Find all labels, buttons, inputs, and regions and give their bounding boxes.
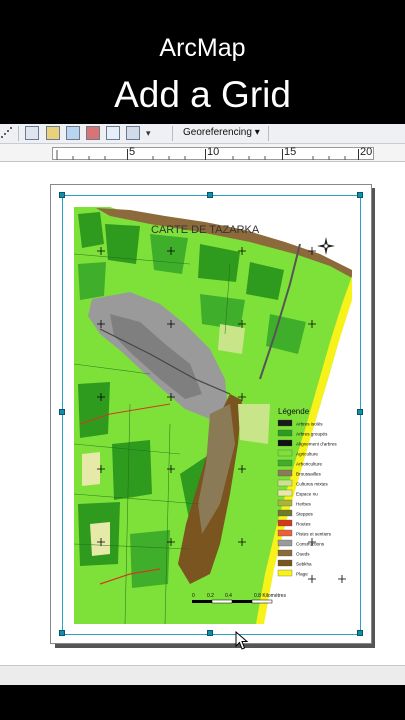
resize-handle[interactable] bbox=[357, 192, 363, 198]
toolbar-separator bbox=[172, 126, 173, 141]
ruler-label-5: 5 bbox=[129, 146, 136, 158]
layout-view[interactable]: CARTE DE TAZARKA Légende Arbres isolés Ar… bbox=[0, 162, 405, 665]
resize-handle[interactable] bbox=[59, 630, 65, 636]
table-icon[interactable] bbox=[46, 126, 60, 140]
ruler-tick bbox=[205, 149, 206, 160]
horizontal-ruler: 5 10 15 20 bbox=[0, 144, 405, 162]
model-icon[interactable] bbox=[126, 126, 140, 140]
python-icon[interactable] bbox=[106, 126, 120, 140]
mouse-cursor-icon bbox=[235, 631, 249, 650]
resize-handle[interactable] bbox=[207, 192, 213, 198]
toolbar: ▾ Georeferencing ▾ bbox=[0, 124, 405, 144]
ruler-label-15: 15 bbox=[284, 146, 297, 158]
video-caption: ArcMap Add a Grid bbox=[0, 0, 405, 124]
add-data-icon[interactable] bbox=[66, 126, 80, 140]
toolbox-icon[interactable] bbox=[86, 126, 100, 140]
georeferencing-menu[interactable]: Georeferencing ▾ bbox=[180, 126, 263, 139]
ruler-tick bbox=[358, 149, 359, 160]
dotted-grid-icon[interactable] bbox=[0, 126, 12, 140]
layout-icon[interactable] bbox=[25, 126, 39, 140]
resize-handle[interactable] bbox=[59, 192, 65, 198]
toolbar-separator bbox=[268, 126, 269, 141]
resize-handle[interactable] bbox=[357, 409, 363, 415]
ruler-tick bbox=[282, 149, 283, 160]
ruler-label-10: 10 bbox=[207, 146, 220, 158]
resize-handle[interactable] bbox=[357, 630, 363, 636]
tutorial-title: Add a Grid bbox=[114, 74, 291, 115]
selection-frame[interactable] bbox=[62, 195, 361, 635]
more-icon[interactable]: ▾ bbox=[146, 126, 156, 140]
ruler-tick bbox=[127, 149, 128, 160]
bottom-black-bar bbox=[0, 685, 405, 720]
resize-handle[interactable] bbox=[59, 409, 65, 415]
status-bar bbox=[0, 665, 405, 685]
toolbar-separator bbox=[18, 126, 19, 141]
app-name: ArcMap bbox=[159, 34, 246, 62]
ruler-label-20: 20 bbox=[360, 146, 373, 158]
resize-handle[interactable] bbox=[207, 630, 213, 636]
